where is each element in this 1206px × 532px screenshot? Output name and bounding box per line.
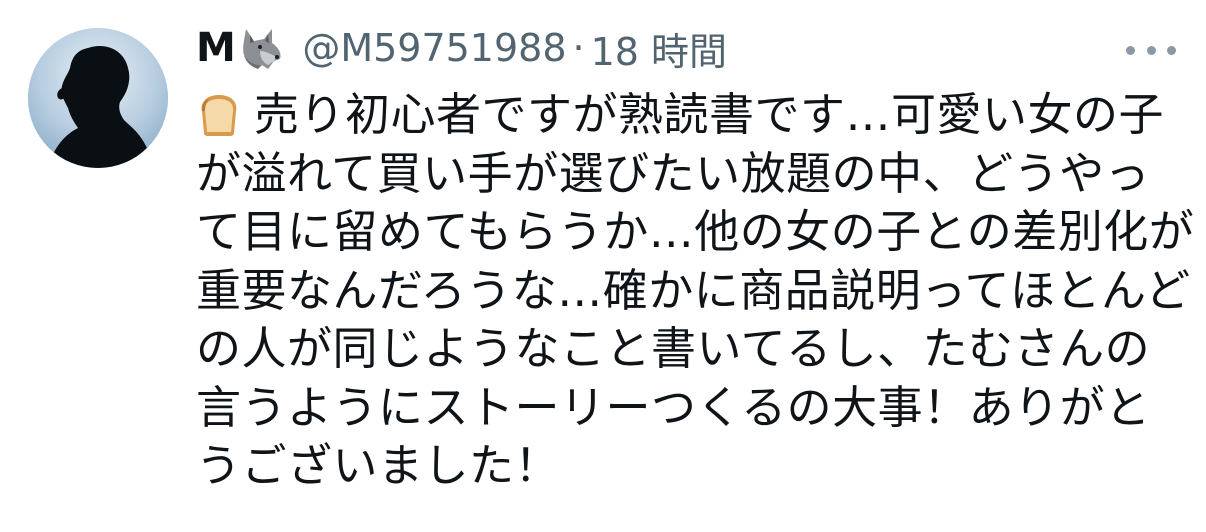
tweet-text-line-5: の人が同じようなこと書いてるし、たむさんの [196, 322, 1151, 375]
bread-icon [196, 91, 242, 137]
tweet-text-line-1: 売り初心者ですが熟読書です…可愛い女の子 [254, 88, 1165, 141]
timestamp[interactable]: 18 時間 [591, 21, 727, 76]
wolf-icon [238, 25, 284, 71]
avatar-silhouette [28, 28, 168, 168]
tweet-header: M @M59751988 · 18 時間 [196, 16, 727, 80]
tweet-text-line: 売り初心者ですが熟読書です…可愛い女の子 [196, 86, 1176, 145]
avatar[interactable] [28, 28, 168, 168]
tweet-text-line-3: て目に留めてもらうか…他の女の子との差別化が [196, 205, 1195, 258]
tweet-text-line-6: 言うようにストーリーつくるの大事！ありがと [196, 380, 1151, 434]
user-handle[interactable]: @M59751988 [302, 26, 566, 70]
display-name[interactable]: M [196, 25, 236, 71]
tweet-text-line-7: うございました！ [196, 439, 561, 492]
more-options-icon[interactable] [1126, 44, 1176, 56]
separator: · [572, 26, 585, 70]
tweet-card[interactable]: M @M59751988 · 18 時間 売り初心者ですが熟読書です…可愛い女の… [0, 0, 1206, 532]
tweet-text-line-2: が溢れて買い手が選びたい放題の中、どうやっ [196, 146, 1151, 200]
tweet-text: 売り初心者ですが熟読書です…可愛い女の子 が溢れて買い手が選びたい放題の中、どう… [196, 86, 1195, 496]
tweet-text-line-4: 重要なんだろうな…確かに商品説明ってほとんど [196, 263, 1191, 317]
